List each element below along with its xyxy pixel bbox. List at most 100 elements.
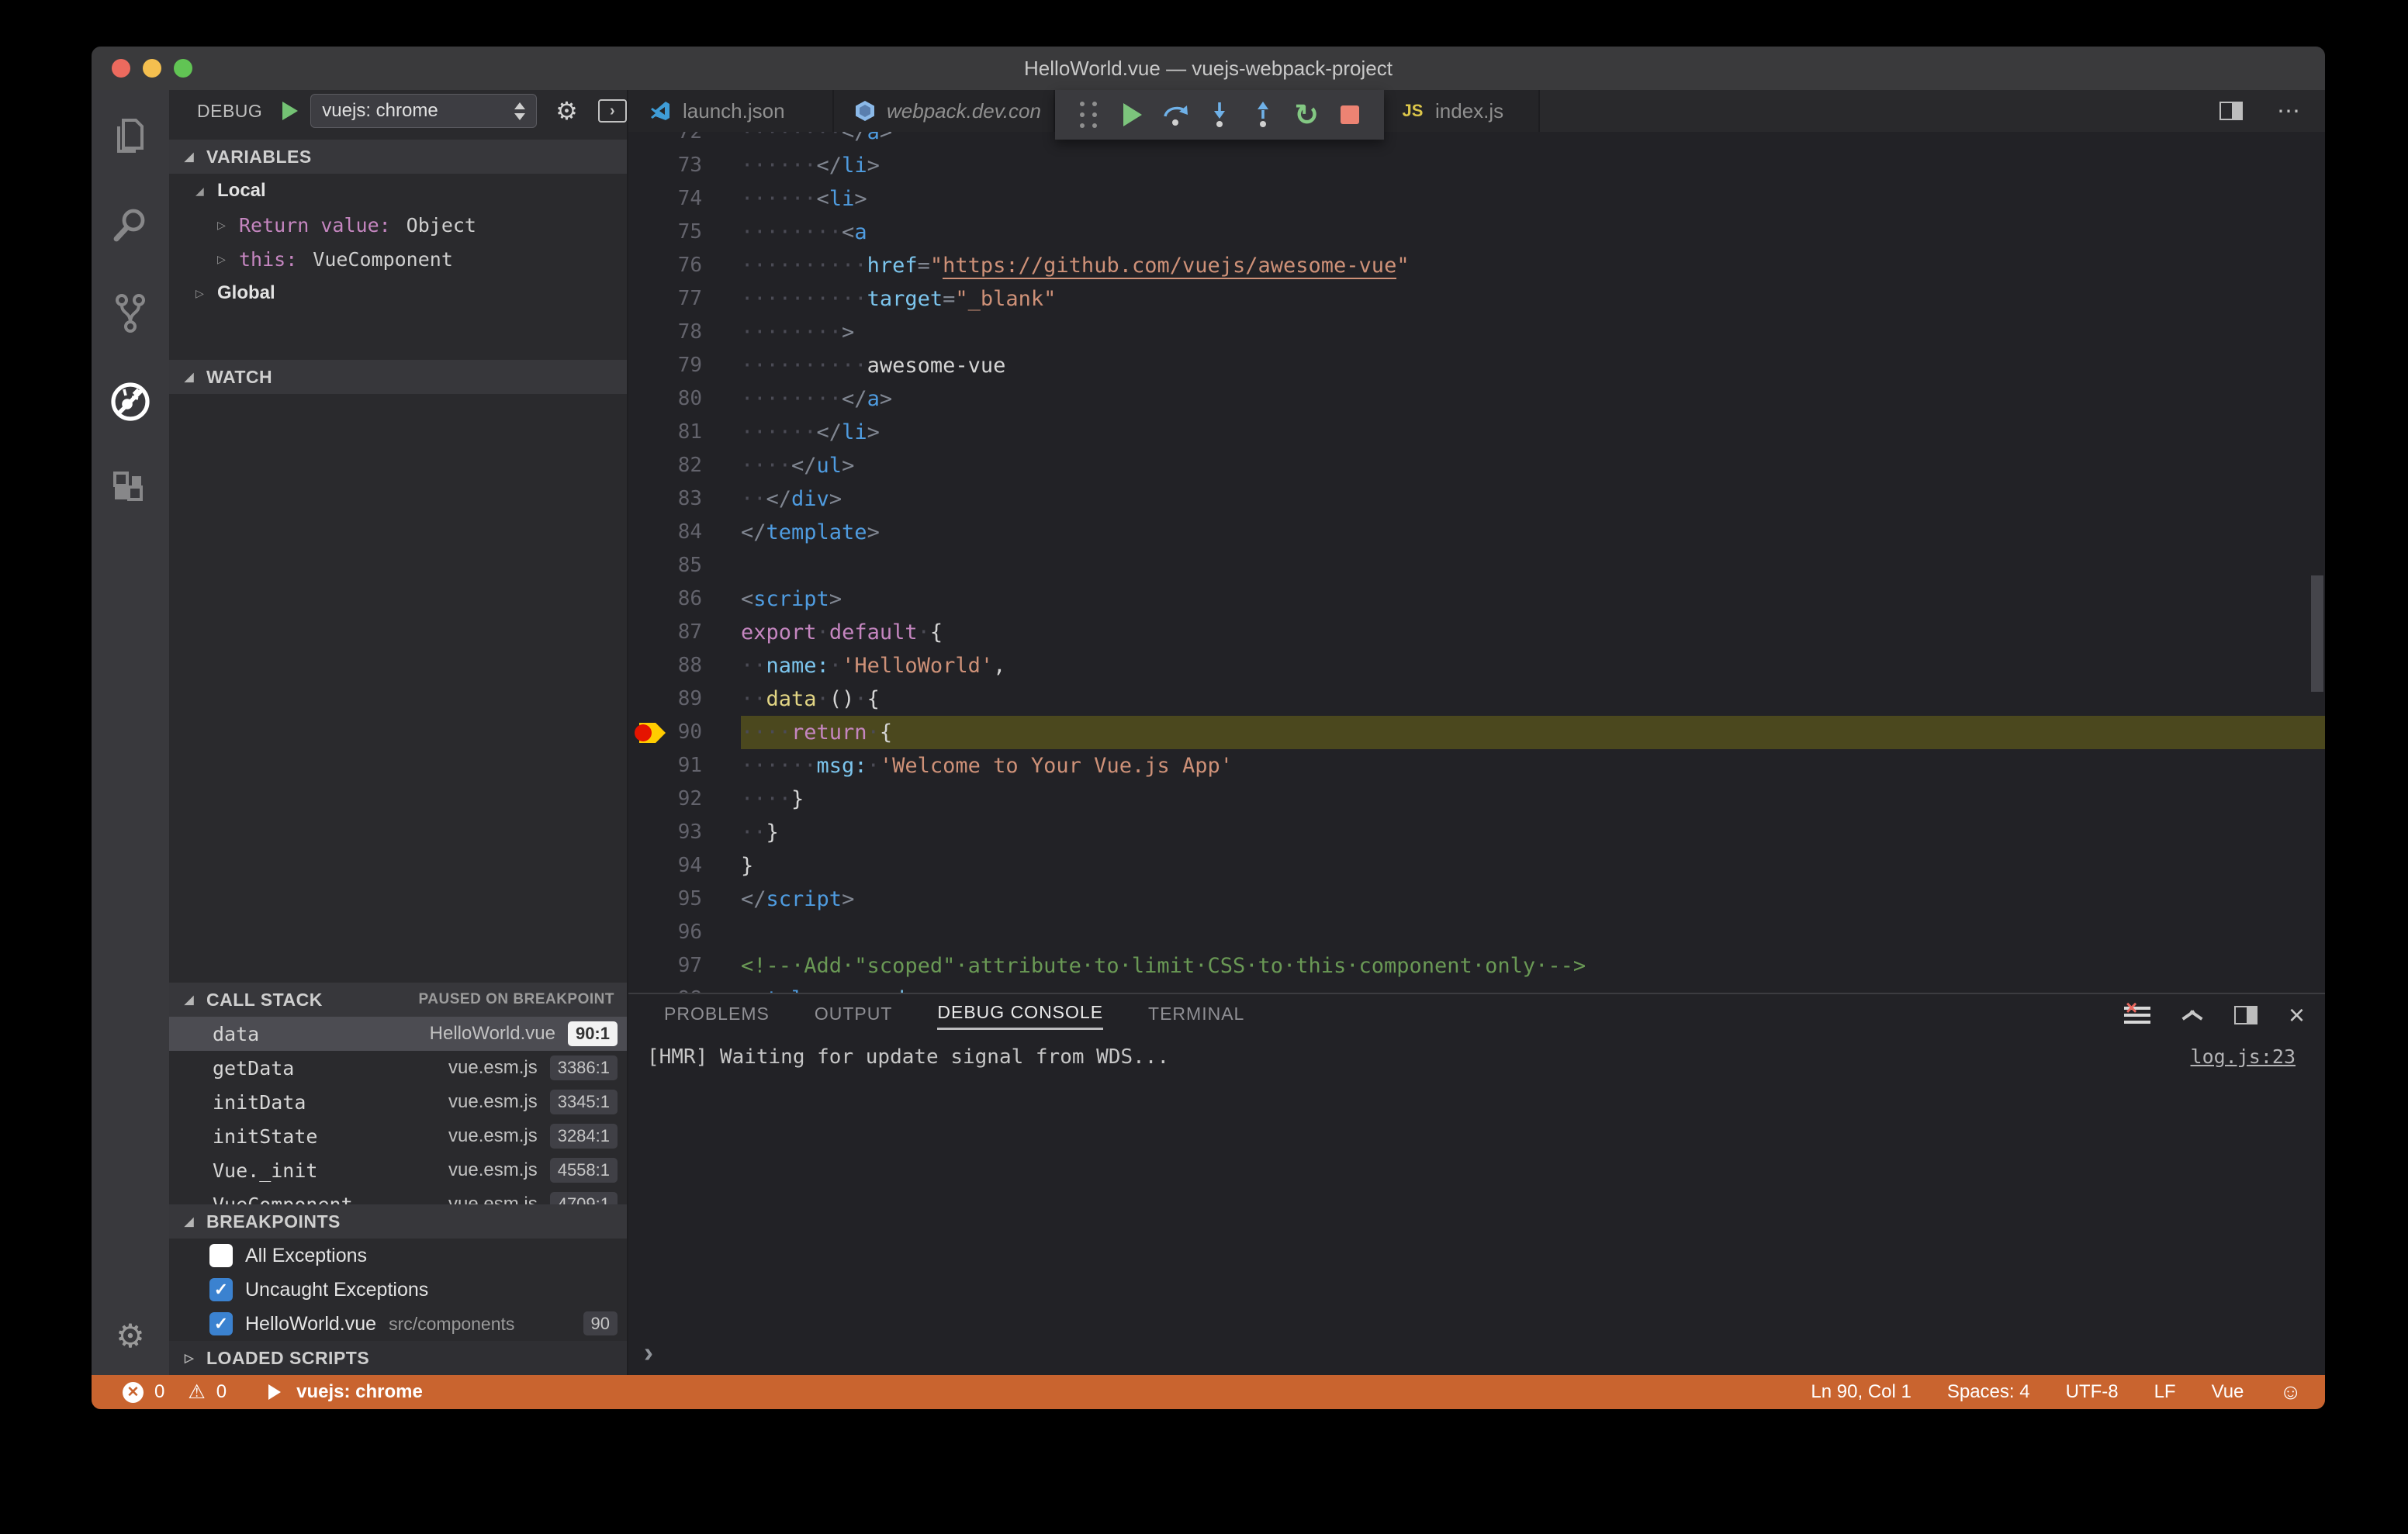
feedback-smiley-icon[interactable]: ☺ <box>2279 1380 2302 1404</box>
code-line-79[interactable]: 79··········awesome-vue <box>628 349 2325 382</box>
more-actions-icon[interactable]: ⋯ <box>2277 98 2302 125</box>
code-line-75[interactable]: 75········<a <box>628 216 2325 249</box>
code-editor[interactable]: 72········</a>73······</li>74······<li>7… <box>628 132 2325 993</box>
code-line-83[interactable]: 83··</div> <box>628 482 2325 516</box>
status-item[interactable]: Vue <box>2212 1381 2244 1403</box>
panel-tab-output[interactable]: OUTPUT <box>815 1004 893 1029</box>
code-line-97[interactable]: 97<!--·Add·"scoped"·attribute·to·limit·C… <box>628 949 2325 983</box>
watch-section-header[interactable]: ◢ WATCH <box>169 360 627 394</box>
callstack-frame-initData[interactable]: initDatavue.esm.js3345:1 <box>169 1085 627 1119</box>
panel-tab-debug-console[interactable]: DEBUG CONSOLE <box>937 1002 1103 1030</box>
close-panel-icon[interactable]: × <box>2289 1004 2305 1027</box>
errors-count[interactable]: 0 <box>154 1381 164 1403</box>
scope-global[interactable]: ▷ Global <box>169 276 627 310</box>
debug-icon[interactable] <box>110 382 150 422</box>
console-input-prompt-icon[interactable]: › <box>644 1336 653 1369</box>
split-editor-icon[interactable] <box>2219 102 2243 120</box>
debug-console-icon[interactable]: › <box>598 99 627 123</box>
code-line-72[interactable]: 72········</a> <box>628 132 2325 149</box>
code-line-93[interactable]: 93··} <box>628 816 2325 849</box>
code-line-92[interactable]: 92····} <box>628 783 2325 816</box>
editor-tab-bar: launch.json webpack.dev.con JS index.js … <box>628 90 2325 132</box>
callstack-frame-initState[interactable]: initStatevue.esm.js3284:1 <box>169 1119 627 1153</box>
editor-scrollbar[interactable] <box>2311 575 2323 692</box>
status-item[interactable]: UTF-8 <box>2066 1381 2119 1403</box>
continue-button[interactable] <box>1111 90 1154 140</box>
callstack-frame-Vue._init[interactable]: Vue._initvue.esm.js4558:1 <box>169 1153 627 1187</box>
debug-config-select[interactable]: vuejs: chrome <box>310 94 537 128</box>
code-line-96[interactable]: 96 <box>628 916 2325 949</box>
code-line-85[interactable]: 85 <box>628 549 2325 582</box>
configure-gear-icon[interactable]: ⚙ <box>555 96 578 126</box>
code-line-78[interactable]: 78········> <box>628 316 2325 349</box>
code-line-94[interactable]: 94} <box>628 849 2325 883</box>
start-debug-button[interactable] <box>282 102 298 120</box>
active-debug-config[interactable]: vuejs: chrome <box>296 1381 423 1403</box>
code-line-80[interactable]: 80········</a> <box>628 382 2325 416</box>
variable-this[interactable]: ▷ this: VueComponent <box>169 242 627 276</box>
code-line-88[interactable]: 88··name:·'HelloWorld', <box>628 649 2325 682</box>
code-line-91[interactable]: 91······msg:·'Welcome to Your Vue.js App… <box>628 749 2325 783</box>
panel-tab-terminal[interactable]: TERMINAL <box>1148 1004 1244 1029</box>
close-window-button[interactable] <box>112 59 130 78</box>
code-line-82[interactable]: 82····</ul> <box>628 449 2325 482</box>
variable-return-value[interactable]: ▷ Return value: Object <box>169 208 627 242</box>
callstack-frame-VueComponent[interactable]: VueComponentvue.esm.js4709:1 <box>169 1187 627 1204</box>
code-line-84[interactable]: 84</template> <box>628 516 2325 549</box>
callstack-section-header[interactable]: ◢ CALL STACK PAUSED ON BREAKPOINT <box>169 983 627 1017</box>
code-line-87[interactable]: 87export·default·{ <box>628 616 2325 649</box>
checkbox-checked-icon[interactable]: ✓ <box>209 1312 233 1335</box>
step-over-button[interactable] <box>1154 90 1198 140</box>
tab-index-js[interactable]: JS index.js <box>1381 90 1540 132</box>
status-item[interactable]: Ln 90, Col 1 <box>1811 1381 1911 1403</box>
errors-icon[interactable]: ✕ <box>123 1382 144 1403</box>
callstack-frame-getData[interactable]: getDatavue.esm.js3386:1 <box>169 1051 627 1085</box>
breakpoint-item[interactable]: ✓HelloWorld.vuesrc/components90 <box>169 1307 627 1341</box>
checkbox-unchecked-icon[interactable] <box>209 1244 233 1267</box>
restart-button[interactable]: ↻ <box>1285 90 1328 140</box>
search-icon[interactable] <box>110 205 150 245</box>
variables-section-header[interactable]: ◢ VARIABLES <box>169 140 627 174</box>
warnings-icon[interactable]: ⚠ <box>188 1380 205 1404</box>
clear-console-icon[interactable]: × <box>2124 1004 2150 1027</box>
debug-play-icon[interactable] <box>268 1384 281 1400</box>
code-line-90[interactable]: 90····return·{ <box>628 716 2325 749</box>
callstack-frame-data[interactable]: dataHelloWorld.vue90:1 <box>169 1017 627 1051</box>
code-line-74[interactable]: 74······<li> <box>628 182 2325 216</box>
console-source-link[interactable]: log.js:23 <box>2191 1045 2296 1068</box>
scope-local[interactable]: ◢ Local <box>169 174 627 208</box>
tab-webpack-dev-conf[interactable]: webpack.dev.con <box>834 90 1055 132</box>
code-line-89[interactable]: 89··data·()·{ <box>628 682 2325 716</box>
zoom-window-button[interactable] <box>174 59 192 78</box>
maximize-panel-icon[interactable] <box>2181 1009 2203 1021</box>
breakpoints-section-header[interactable]: ◢ BREAKPOINTS <box>169 1204 627 1239</box>
toolbar-drag-grip[interactable] <box>1067 90 1111 140</box>
code-line-77[interactable]: 77··········target="_blank" <box>628 282 2325 316</box>
code-line-73[interactable]: 73······</li> <box>628 149 2325 182</box>
status-item[interactable]: LF <box>2154 1381 2176 1403</box>
breakpoint-item[interactable]: All Exceptions <box>169 1239 627 1273</box>
extensions-icon[interactable] <box>110 470 150 510</box>
open-panel-side-icon[interactable] <box>2234 1006 2258 1024</box>
settings-gear-icon[interactable]: ⚙ <box>92 1317 169 1355</box>
select-arrows-icon <box>514 102 525 120</box>
step-into-button[interactable] <box>1198 90 1241 140</box>
loaded-scripts-section-header[interactable]: ▷ LOADED SCRIPTS <box>169 1341 627 1375</box>
panel-tab-problems[interactable]: PROBLEMS <box>664 1004 770 1029</box>
status-item[interactable]: Spaces: 4 <box>1947 1381 2030 1403</box>
code-line-81[interactable]: 81······</li> <box>628 416 2325 449</box>
code-line-98[interactable]: 98<style·scoped> <box>628 983 2325 993</box>
source-control-icon[interactable] <box>110 293 150 333</box>
stop-button[interactable] <box>1328 90 1372 140</box>
code-line-86[interactable]: 86<script> <box>628 582 2325 616</box>
tab-launch-json[interactable]: launch.json <box>628 90 834 132</box>
step-out-button[interactable] <box>1241 90 1285 140</box>
explorer-icon[interactable] <box>110 116 150 157</box>
code-line-95[interactable]: 95</script> <box>628 883 2325 916</box>
breakpoint-current-line-icon[interactable] <box>635 723 669 743</box>
warnings-count[interactable]: 0 <box>216 1381 227 1403</box>
checkbox-checked-icon[interactable]: ✓ <box>209 1278 233 1301</box>
code-line-76[interactable]: 76··········href="https://github.com/vue… <box>628 249 2325 282</box>
breakpoint-item[interactable]: ✓Uncaught Exceptions <box>169 1273 627 1307</box>
minimize-window-button[interactable] <box>143 59 161 78</box>
